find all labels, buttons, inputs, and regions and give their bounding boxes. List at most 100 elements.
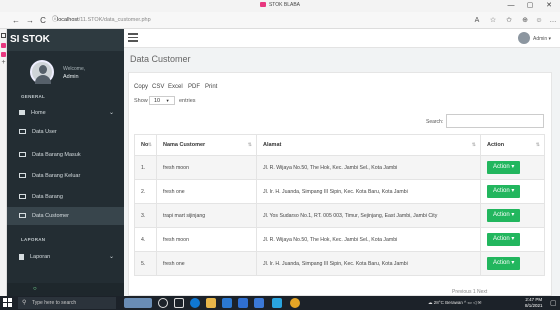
collections-icon[interactable]: ⊕	[518, 12, 532, 29]
vertical-tab-strip: +	[0, 29, 7, 296]
column-header-nama[interactable]: Nama Customer ⇅	[156, 134, 257, 156]
sort-icon: ⇅	[247, 142, 252, 148]
entries-select[interactable]: 10 ▼	[149, 96, 175, 105]
top-navbar	[124, 29, 560, 48]
weather-text[interactable]: 28°C Berawan	[434, 300, 463, 305]
sidebar-item-data-customer[interactable]: Data Customer	[7, 207, 124, 225]
file-explorer-icon[interactable]	[206, 298, 216, 308]
tab-actions-icon[interactable]	[1, 33, 6, 38]
app-icon[interactable]	[272, 298, 282, 308]
search-label: Search:	[426, 119, 444, 125]
cell-nama: fresh one	[156, 179, 257, 204]
sidebar-item-data-barang-masuk[interactable]: Data Barang Masuk	[7, 146, 124, 164]
search-input[interactable]	[446, 114, 544, 128]
chevron-down-icon: ⌄	[108, 110, 114, 116]
back-icon[interactable]: ←	[10, 12, 22, 29]
sidebar-footer: ○	[7, 283, 124, 296]
profile-icon[interactable]: ☺	[532, 12, 546, 29]
sort-icon: ⇅	[535, 142, 540, 148]
chrome-icon[interactable]	[290, 298, 300, 308]
table-row: 2. fresh one Jl. Ir. H. Juanda, Simpang …	[134, 179, 545, 204]
page-title: Data Customer	[130, 54, 191, 64]
widgets-icon[interactable]	[124, 298, 152, 308]
monitor-icon	[19, 194, 26, 200]
close-window-button[interactable]: ✕	[540, 0, 558, 12]
table-row: 4. fresh moon Jl. R. Wijaya No.50, The H…	[134, 227, 545, 252]
favicon-icon	[259, 2, 266, 8]
entries-label: entries	[179, 98, 196, 104]
pdf-button[interactable]: PDF	[188, 84, 200, 90]
clock[interactable]: 2:47 PM 8/1/2021	[525, 297, 543, 309]
chevron-down-icon: ⌄	[108, 254, 114, 260]
section-general-heading: GENERAL	[21, 94, 46, 99]
favorites-list-icon[interactable]: ✩	[502, 12, 516, 29]
excel-button[interactable]: Excel	[168, 84, 183, 90]
favorite-icon[interactable]: ☆	[486, 12, 500, 29]
cell-no: 1.	[134, 155, 157, 180]
cell-alamat: Jl. Ir. H. Juanda, Simpang III Sipin, Ke…	[256, 251, 481, 276]
power-icon[interactable]: ○	[33, 286, 37, 292]
maximize-button[interactable]: ▢	[521, 0, 539, 12]
cell-no: 2.	[134, 179, 157, 204]
avatar	[30, 60, 54, 84]
column-header-no[interactable]: No ⇅	[134, 134, 157, 156]
tab-title[interactable]: STOK BLABA	[0, 2, 560, 8]
action-button[interactable]: Action ▾	[487, 257, 521, 270]
avatar-body-icon	[35, 75, 51, 84]
read-aloud-icon[interactable]: A	[470, 12, 484, 29]
edge-icon[interactable]	[190, 298, 200, 308]
sidebar-brand[interactable]: SI STOK	[7, 29, 124, 51]
cell-alamat: Jl. R. Wijaya No.50, The Hok, Kec. Jambi…	[256, 155, 481, 180]
sort-icon: ⇅	[471, 142, 476, 148]
cell-alamat: Jl. Ir. H. Juanda, Simpang III Sipin, Ke…	[256, 179, 481, 204]
user-avatar[interactable]	[518, 32, 530, 44]
action-button[interactable]: Action ▾	[487, 209, 521, 222]
table-row: 5. fresh one Jl. Ir. H. Juanda, Simpang …	[134, 251, 545, 276]
csv-button[interactable]: CSV	[152, 84, 164, 90]
sidebar-item-home[interactable]: Home ⌄	[7, 104, 124, 122]
user-menu[interactable]: Admin ▾	[533, 36, 551, 42]
copy-button[interactable]: Copy	[134, 84, 148, 90]
action-button[interactable]: Action ▾	[487, 185, 521, 198]
app-icon[interactable]	[254, 298, 264, 308]
tab-favicon-icon[interactable]	[1, 43, 6, 48]
new-tab-icon[interactable]: +	[0, 59, 7, 66]
settings-more-icon[interactable]: …	[546, 12, 560, 29]
minimize-button[interactable]: —	[502, 0, 520, 12]
store-icon[interactable]	[222, 298, 232, 308]
print-button[interactable]: Print	[205, 84, 217, 90]
home-icon	[19, 110, 25, 116]
customer-table: No ⇅ Nama Customer ⇅ Alamat ⇅ Action ⇅ 1. fr…	[134, 134, 545, 276]
url-input[interactable]: localhost/11.STOK/data_customer.php	[57, 15, 467, 26]
pagination[interactable]: Previous 1 Next	[452, 289, 487, 295]
browser-titlebar: STOK BLABA	[0, 0, 560, 12]
task-view-icon[interactable]	[174, 298, 184, 308]
cell-alamat: Jl. Yos Sudarso No.1, RT. 005 003, Timur…	[256, 203, 481, 228]
notification-icon[interactable]: ▢	[550, 299, 557, 307]
tray-icons[interactable]: ^ ▭ ◁ ✉	[464, 300, 481, 305]
weather-icon: ☁	[428, 300, 433, 305]
cell-no: 3.	[134, 203, 157, 228]
cortana-icon[interactable]	[158, 298, 168, 308]
monitor-icon	[19, 173, 26, 179]
sidebar-item-data-barang-keluar[interactable]: Data Barang Keluar	[7, 167, 124, 185]
mail-icon[interactable]	[238, 298, 248, 308]
monitor-icon	[19, 129, 26, 135]
welcome-text: Welcome,	[63, 66, 86, 72]
windows-start-icon[interactable]	[3, 298, 13, 308]
hamburger-icon[interactable]	[128, 33, 138, 42]
taskbar-search-input[interactable]: ⚲ Type here to search	[18, 297, 116, 309]
reload-icon[interactable]: C	[37, 12, 49, 29]
table-header-row: No ⇅ Nama Customer ⇅ Alamat ⇅ Action ⇅	[134, 134, 545, 156]
forward-icon[interactable]: →	[24, 12, 36, 29]
column-header-alamat[interactable]: Alamat ⇅	[256, 134, 481, 156]
section-laporan-heading: LAPORAN	[21, 237, 46, 242]
sidebar-item-data-user[interactable]: Data User	[7, 123, 124, 141]
column-header-action[interactable]: Action ⇅	[480, 134, 545, 156]
cell-no: 4.	[134, 227, 157, 252]
action-button[interactable]: Action ▾	[487, 233, 521, 246]
sidebar-item-laporan[interactable]: Laporan ⌄	[7, 248, 124, 266]
tab-favicon-icon[interactable]	[1, 52, 6, 57]
sidebar-item-data-barang[interactable]: Data Barang	[7, 188, 124, 206]
action-button[interactable]: Action ▾	[487, 161, 521, 174]
